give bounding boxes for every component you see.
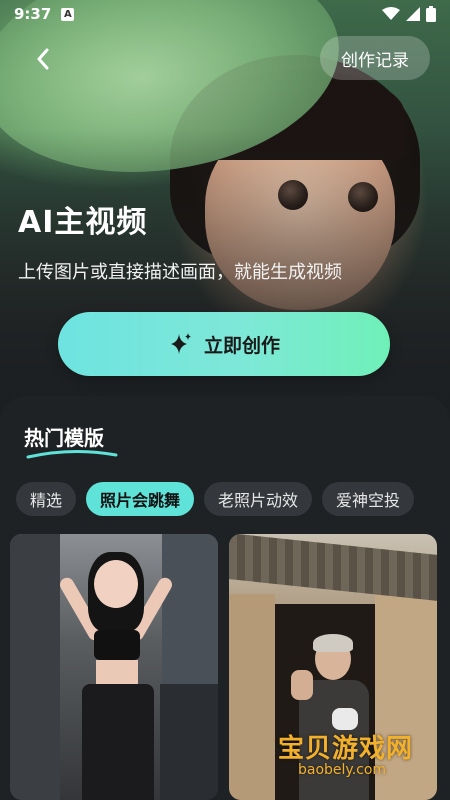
dancer-top	[94, 630, 140, 660]
chip-old-photo[interactable]: 老照片动效	[204, 482, 313, 516]
granny-hand	[291, 670, 313, 700]
page-subtitle: 上传图片或直接描述画面，就能生成视频	[18, 262, 342, 283]
status-time: 9:37	[14, 5, 52, 23]
notification-icon: A	[61, 7, 75, 21]
templates-title: 热门模版	[24, 426, 104, 450]
watermark-url: baobely.com	[298, 762, 387, 778]
dancer-pants	[82, 684, 154, 800]
create-now-label: 立即创作	[203, 334, 280, 357]
wifi-icon	[382, 7, 400, 20]
status-bar: 9:37 A	[0, 0, 450, 28]
title-underline	[26, 449, 118, 459]
chip-featured[interactable]: 精选	[16, 482, 77, 516]
chip-cupid-drop[interactable]: 爱神空投	[322, 482, 415, 516]
status-right	[382, 6, 436, 22]
chip-photo-dance[interactable]: 照片会跳舞	[86, 482, 195, 516]
street	[160, 684, 218, 800]
battery-icon	[426, 6, 436, 22]
watermark-gamepad-icon	[332, 708, 358, 730]
sparkle-icon	[170, 333, 191, 354]
category-chips: 精选 照片会跳舞 老照片动效 爱神空投	[16, 482, 415, 516]
roof	[229, 534, 437, 601]
chevron-left-icon	[37, 48, 49, 70]
creation-record-button[interactable]: 创作记录	[320, 36, 430, 80]
page-title: AI主视频	[18, 205, 148, 240]
granny-hair	[313, 634, 353, 652]
dancer-head	[94, 560, 138, 608]
building-left	[10, 534, 60, 800]
create-now-button[interactable]: 立即创作	[58, 312, 390, 376]
watermark-text: 宝贝游戏网	[278, 734, 414, 764]
dancer-waist	[96, 660, 138, 686]
signal-icon	[406, 7, 420, 21]
back-button[interactable]	[26, 42, 60, 76]
building-right	[162, 534, 218, 684]
template-card-dance[interactable]	[10, 534, 218, 800]
wall-left	[229, 594, 275, 800]
